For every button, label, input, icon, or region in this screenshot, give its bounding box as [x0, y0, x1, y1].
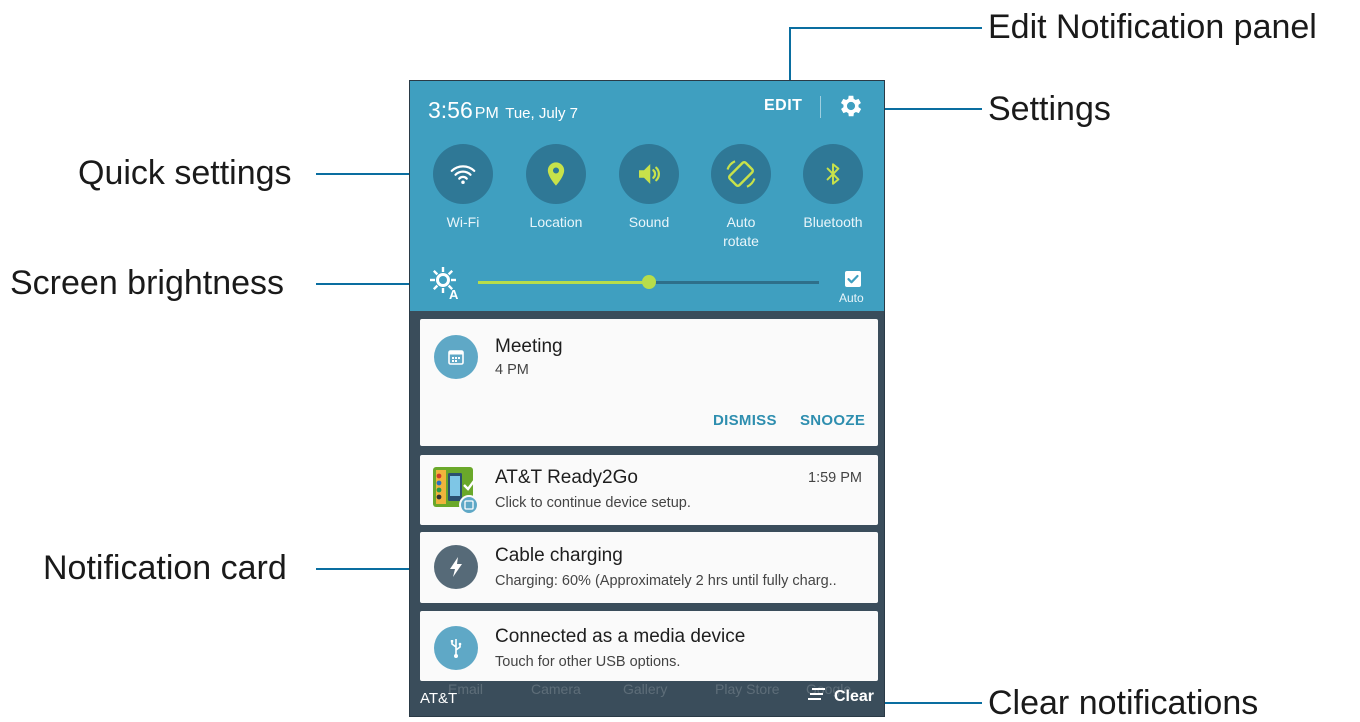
toggle-label: Location	[529, 214, 583, 230]
quick-settings-panel: 3:56PM Tue, July 7 EDIT Wi-Fi Location	[410, 81, 884, 311]
dismiss-button[interactable]: DISMISS	[713, 412, 777, 429]
brightness-slider[interactable]	[478, 275, 819, 289]
leader-line-brightness	[316, 283, 410, 285]
gear-icon[interactable]	[837, 92, 865, 120]
notification-title: Cable charging	[495, 545, 623, 566]
brightness-auto-icon: A	[429, 266, 463, 302]
auto-brightness-checkbox[interactable]	[845, 271, 861, 287]
notification-title: Connected as a media device	[495, 626, 746, 647]
leader-line-edit-vertical	[789, 27, 791, 81]
brightness-slider-fill	[478, 281, 649, 284]
clock-time: 3:56	[428, 97, 473, 123]
brightness-slider-thumb[interactable]	[641, 275, 656, 289]
clear-list-icon	[808, 687, 826, 706]
toggle-wifi[interactable]: Wi-Fi	[423, 144, 503, 232]
clear-button[interactable]: Clear	[808, 687, 874, 706]
notification-time: 1:59 PM	[808, 470, 862, 486]
toggle-label: Bluetooth	[803, 214, 863, 230]
callout-screen-brightness: Screen brightness	[10, 264, 285, 302]
leader-line-edit	[789, 27, 982, 29]
notification-subtitle: Charging: 60% (Approximately 2 hrs until…	[495, 573, 837, 589]
notification-card-charging[interactable]: Cable charging Charging: 60% (Approximat…	[420, 532, 878, 603]
toggle-label: Auto rotate	[723, 214, 759, 249]
toggle-bluetooth[interactable]: Bluetooth	[793, 144, 873, 232]
dock-label: Gallery	[623, 681, 668, 697]
toggle-label: Wi-Fi	[446, 214, 480, 230]
notification-card-ready2go[interactable]: AT&T Ready2Go Click to continue device s…	[420, 455, 878, 525]
notification-card-meeting[interactable]: Meeting 4 PM DISMISS SNOOZE	[420, 319, 878, 446]
toggle-label: Sound	[628, 214, 670, 230]
clock-date: Tue, July 7	[505, 105, 579, 122]
calendar-icon	[434, 335, 478, 379]
location-pin-icon	[526, 144, 586, 204]
header-divider	[820, 96, 821, 118]
usb-icon	[434, 626, 478, 670]
svg-text:A: A	[449, 287, 459, 300]
callout-clear-notifications: Clear notifications	[988, 684, 1259, 722]
callout-notification-card: Notification card	[43, 549, 287, 587]
notification-subtitle: 4 PM	[495, 362, 529, 378]
wifi-icon	[433, 144, 493, 204]
notification-subtitle: Click to continue device setup.	[495, 495, 691, 511]
toggle-auto-rotate[interactable]: Auto rotate	[701, 144, 781, 251]
charging-bolt-icon	[434, 545, 478, 589]
bluetooth-icon	[803, 144, 863, 204]
callout-quick-settings: Quick settings	[78, 154, 292, 192]
notification-panel: 3:56PM Tue, July 7 EDIT Wi-Fi Location	[409, 80, 885, 717]
leader-line-settings	[884, 108, 982, 110]
notification-title: Meeting	[495, 336, 563, 357]
carrier-label: AT&T	[420, 690, 458, 707]
dock-label: Play Store	[715, 681, 780, 697]
notification-card-usb[interactable]: Connected as a media device Touch for ot…	[420, 611, 878, 681]
ready2go-app-icon	[433, 467, 479, 515]
auto-rotate-icon	[711, 144, 771, 204]
snooze-button[interactable]: SNOOZE	[800, 412, 865, 429]
leader-line-quick-settings	[316, 173, 410, 175]
clock-ampm: PM	[474, 105, 499, 122]
status-header: 3:56 PM Tue, July 7	[428, 97, 578, 124]
clear-label: Clear	[834, 687, 875, 705]
notification-subtitle: Touch for other USB options.	[495, 654, 681, 670]
toggle-sound[interactable]: Sound	[609, 144, 689, 232]
dock-label: Camera	[531, 681, 581, 697]
volume-icon	[619, 144, 679, 204]
callout-edit-notification-panel: Edit Notification panel	[988, 8, 1317, 46]
edit-button[interactable]: EDIT	[764, 97, 802, 115]
callout-settings: Settings	[988, 90, 1111, 128]
toggle-location[interactable]: Location	[516, 144, 596, 232]
leader-line-notification-card	[316, 568, 420, 570]
leader-line-clear	[880, 702, 982, 704]
notification-title: AT&T Ready2Go	[495, 467, 638, 488]
auto-brightness-label: Auto	[839, 291, 864, 305]
